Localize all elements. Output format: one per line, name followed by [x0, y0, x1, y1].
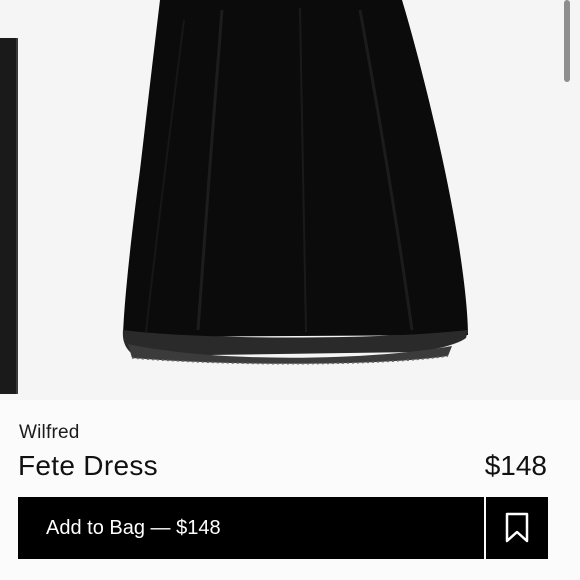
product-image[interactable]: [0, 0, 580, 400]
product-price: $148: [484, 450, 547, 481]
scrollbar[interactable]: [564, 0, 570, 82]
product-page: Wilfred Fete Dress $148 Add to Bag — $14…: [0, 0, 580, 580]
add-to-bag-button[interactable]: Add to Bag — $148: [18, 497, 484, 559]
bookmark-icon: [505, 512, 529, 543]
brand-name[interactable]: Wilfred: [19, 422, 80, 444]
dress-photo: [122, 0, 468, 365]
purchase-actions: Add to Bag — $148: [18, 497, 548, 559]
product-title: Fete Dress: [18, 450, 158, 481]
wishlist-button[interactable]: [486, 497, 548, 559]
product-info: Wilfred Fete Dress $148 Add to Bag — $14…: [0, 400, 580, 580]
